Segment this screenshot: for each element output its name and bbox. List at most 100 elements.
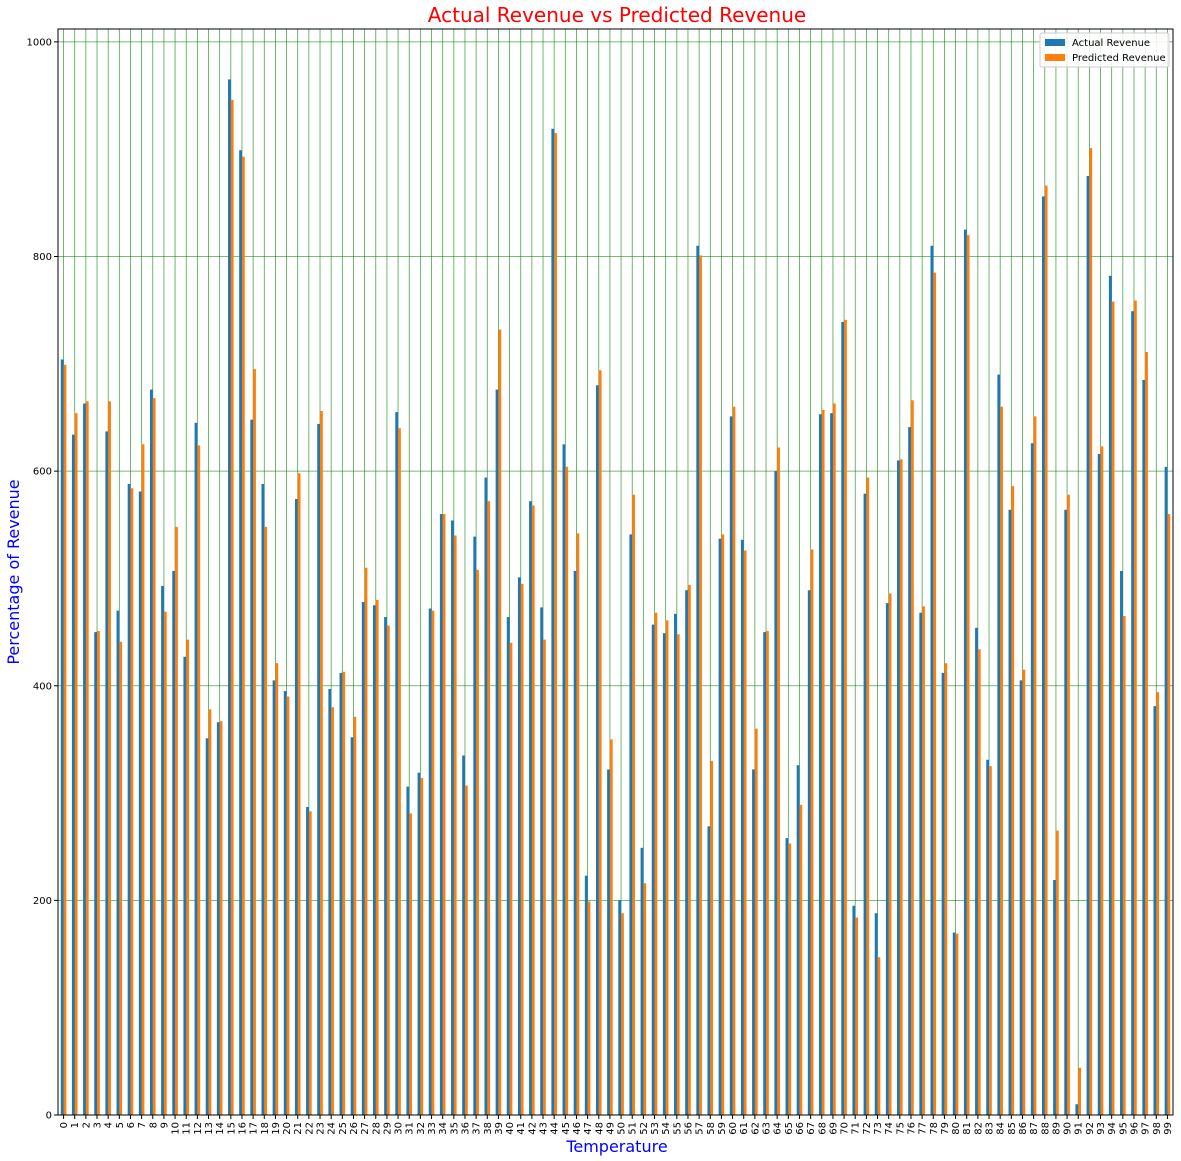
bar-predicted-revenue <box>866 477 870 1116</box>
bar-predicted-revenue <box>1078 1067 1082 1115</box>
bar-actual-revenue <box>752 769 755 1115</box>
x-tick-label: 70 <box>840 1122 851 1135</box>
bar-actual-revenue <box>1086 176 1090 1115</box>
bar-actual-revenue <box>239 150 242 1116</box>
bar-predicted-revenue <box>130 488 134 1115</box>
chart-title: Actual Revenue vs Predicted Revenue <box>428 3 806 27</box>
bar-predicted-revenue <box>498 329 502 1115</box>
bar-predicted-revenue <box>375 599 379 1115</box>
bar-predicted-revenue <box>788 843 792 1115</box>
x-tick-label: 61 <box>739 1122 750 1135</box>
bar-predicted-revenue <box>464 785 468 1115</box>
x-tick-label: 15 <box>226 1122 237 1135</box>
x-tick-label: 94 <box>1107 1122 1118 1135</box>
bar-predicted-revenue <box>163 611 167 1115</box>
x-tick-label: 57 <box>695 1122 706 1135</box>
bar-actual-revenue <box>573 570 577 1115</box>
bar-predicted-revenue <box>1044 185 1048 1115</box>
legend-swatch <box>1045 39 1065 46</box>
bar-predicted-revenue <box>821 409 825 1115</box>
x-tick-label: 28 <box>371 1122 382 1135</box>
bar-actual-revenue <box>138 491 142 1115</box>
bar-predicted-revenue <box>632 494 636 1115</box>
x-tick-label: 40 <box>505 1122 516 1135</box>
bar-actual-revenue <box>361 602 365 1115</box>
x-tick-label: 74 <box>884 1122 895 1135</box>
x-tick-label: 24 <box>327 1122 338 1135</box>
y-tick-label: 600 <box>33 467 52 478</box>
y-tick-label: 0 <box>46 1111 52 1122</box>
bar-predicted-revenue <box>286 696 290 1115</box>
x-tick-label: 32 <box>416 1122 427 1135</box>
bar-actual-revenue <box>963 229 967 1115</box>
x-tick-label: 88 <box>1040 1122 1051 1135</box>
bar-actual-revenue <box>495 389 499 1115</box>
x-tick-label: 79 <box>940 1122 951 1135</box>
bar-actual-revenue <box>952 932 956 1115</box>
x-tick-label: 8 <box>148 1122 159 1128</box>
bar-actual-revenue <box>1075 1104 1079 1115</box>
x-tick-label: 30 <box>394 1122 405 1135</box>
bar-actual-revenue <box>149 389 153 1115</box>
x-tick-label: 71 <box>851 1122 862 1135</box>
bar-predicted-revenue <box>1111 301 1115 1115</box>
x-tick-label: 90 <box>1063 1122 1074 1135</box>
x-tick-label: 36 <box>460 1122 471 1135</box>
bar-predicted-revenue <box>453 535 457 1115</box>
bar-actual-revenue <box>729 416 733 1116</box>
bar-predicted-revenue <box>442 514 446 1115</box>
bar-actual-revenue <box>1164 466 1168 1115</box>
bar-predicted-revenue <box>398 428 401 1116</box>
bar-predicted-revenue <box>487 501 491 1115</box>
bar-predicted-revenue <box>152 398 156 1115</box>
bar-actual-revenue <box>1131 311 1134 1116</box>
bar-predicted-revenue <box>431 610 435 1115</box>
x-tick-label: 35 <box>449 1122 460 1135</box>
bar-predicted-revenue <box>1089 148 1093 1116</box>
bar-predicted-revenue <box>230 99 234 1115</box>
x-tick-label: 43 <box>539 1122 550 1135</box>
bar-predicted-revenue <box>275 663 279 1115</box>
x-tick-label: 85 <box>1007 1122 1018 1135</box>
bar-actual-revenue <box>584 875 588 1115</box>
x-tick-label: 75 <box>895 1122 906 1135</box>
bar-predicted-revenue <box>1033 416 1037 1116</box>
bar-actual-revenue <box>261 484 265 1115</box>
x-tick-label: 3 <box>93 1122 104 1128</box>
bar-predicted-revenue <box>955 933 959 1115</box>
bar-predicted-revenue <box>409 813 413 1115</box>
bar-actual-revenue <box>428 608 432 1115</box>
bar-predicted-revenue <box>119 641 123 1115</box>
x-tick-label: 78 <box>929 1122 940 1135</box>
x-tick-label: 67 <box>806 1122 817 1135</box>
bar-predicted-revenue <box>297 473 301 1116</box>
bar-actual-revenue <box>1053 879 1056 1115</box>
bar-actual-revenue <box>372 605 376 1115</box>
bar-predicted-revenue <box>520 583 524 1115</box>
bar-chart: 02004006008001000 0 1 2 3 4 5 6 7 8 9 10 11 12 13 14 15… <box>0 0 1181 1161</box>
x-tick-label: 6 <box>126 1122 137 1128</box>
bar-predicted-revenue <box>989 766 992 1115</box>
bar-actual-revenue <box>975 627 978 1115</box>
x-tick-label: 66 <box>795 1122 806 1135</box>
bar-predicted-revenue <box>320 411 323 1115</box>
bar-predicted-revenue <box>108 401 111 1115</box>
x-tick-label: 60 <box>728 1122 739 1135</box>
bar-predicted-revenue <box>531 505 535 1115</box>
bar-actual-revenue <box>841 321 845 1115</box>
x-tick-label: 37 <box>472 1122 483 1135</box>
bar-predicted-revenue <box>364 567 368 1115</box>
bar-predicted-revenue <box>241 156 245 1115</box>
bar-actual-revenue <box>506 617 510 1115</box>
x-tick-label: 47 <box>583 1122 594 1135</box>
x-tick-label: 82 <box>973 1122 984 1135</box>
x-tick-label: 31 <box>405 1122 416 1135</box>
legend-label: Predicted Revenue <box>1072 53 1166 64</box>
bar-predicted-revenue <box>844 319 847 1116</box>
y-tick-label: 800 <box>33 252 52 263</box>
bar-predicted-revenue <box>877 957 881 1115</box>
bar-predicted-revenue <box>598 370 602 1116</box>
bar-actual-revenue <box>328 688 332 1115</box>
bar-predicted-revenue <box>85 401 89 1115</box>
bar-predicted-revenue <box>1067 494 1070 1115</box>
